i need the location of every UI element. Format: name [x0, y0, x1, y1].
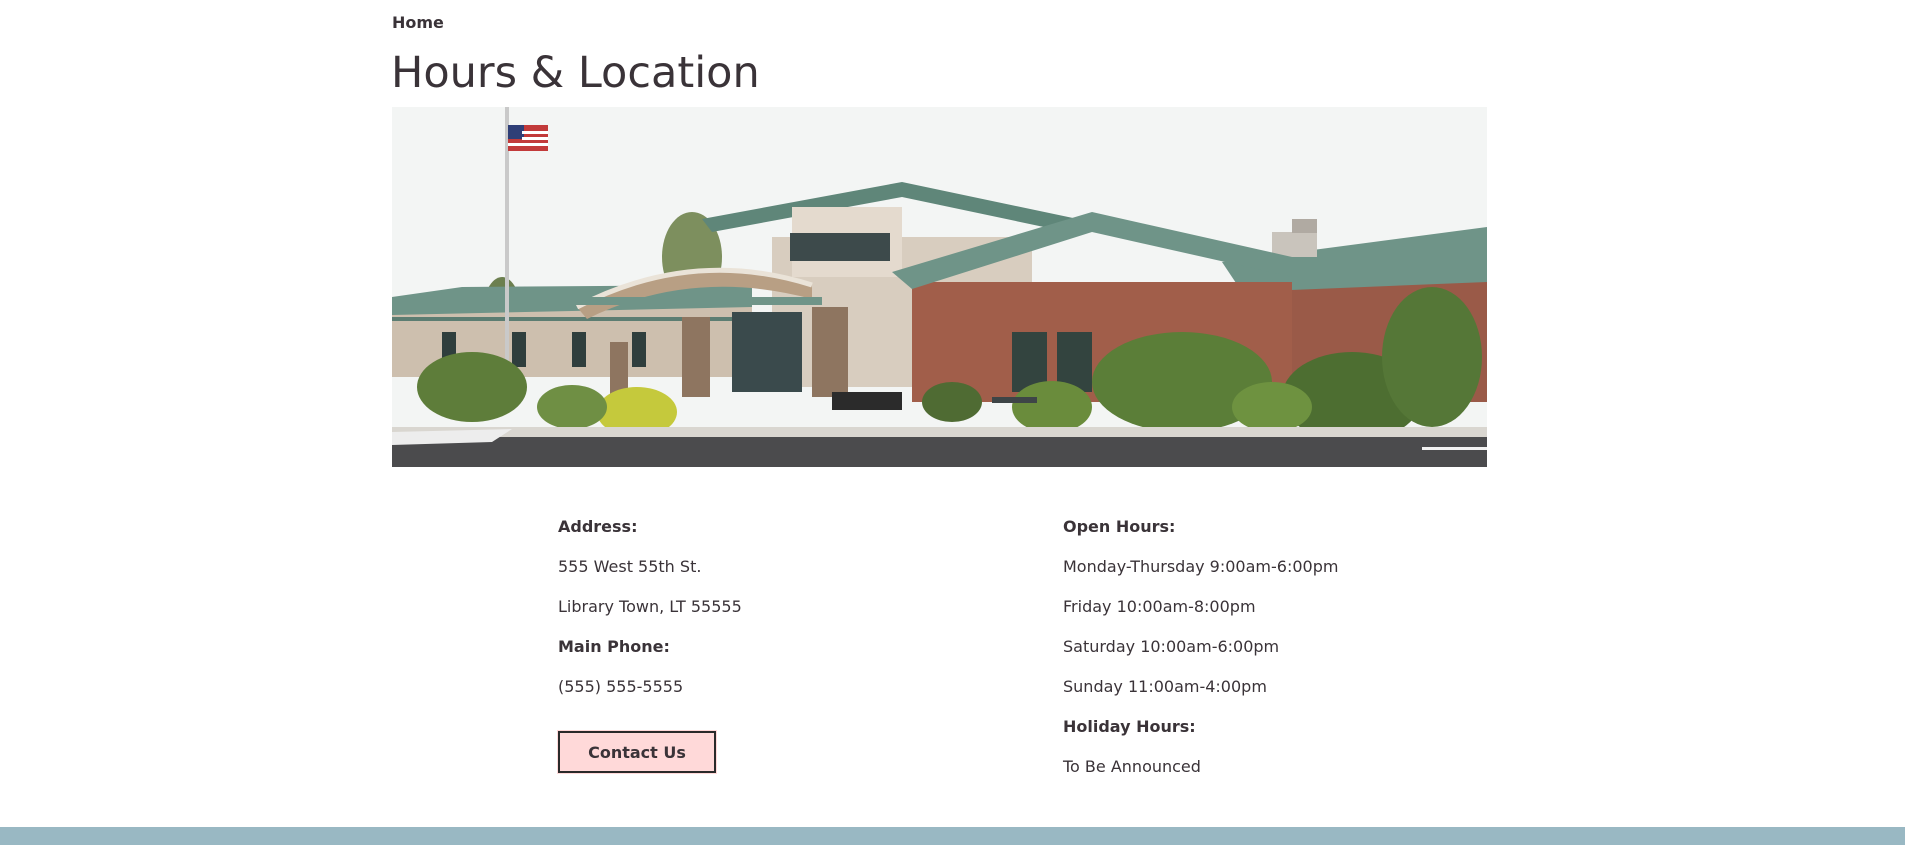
contact-us-button[interactable]: Contact Us	[557, 730, 717, 774]
holiday-hours-heading: Holiday Hours:	[1063, 717, 1196, 736]
phone-number: (555) 555-5555	[558, 677, 684, 696]
address-city: Library Town, LT 55555	[558, 597, 742, 616]
hours-section: Open Hours: Monday-Thursday 9:00am-6:00p…	[1063, 515, 1483, 795]
page: Home Hours & Location Address: 555 West …	[0, 0, 1905, 845]
address-heading: Address:	[558, 517, 638, 536]
page-title: Hours & Location	[391, 48, 760, 98]
holiday-hours-value: To Be Announced	[1063, 757, 1201, 776]
open-hours-heading: Open Hours:	[1063, 517, 1176, 536]
phone-heading: Main Phone:	[558, 637, 670, 656]
address-section: Address: 555 West 55th St. Library Town,…	[558, 515, 958, 715]
hours-line: Friday 10:00am-8:00pm	[1063, 597, 1256, 616]
hours-line: Saturday 10:00am-6:00pm	[1063, 637, 1280, 656]
hours-line: Monday-Thursday 9:00am-6:00pm	[1063, 557, 1339, 576]
breadcrumb-home-link[interactable]: Home	[392, 13, 444, 32]
library-building-image	[392, 107, 1487, 467]
footer-bar	[0, 827, 1905, 845]
address-street: 555 West 55th St.	[558, 557, 702, 576]
hours-line: Sunday 11:00am-4:00pm	[1063, 677, 1267, 696]
